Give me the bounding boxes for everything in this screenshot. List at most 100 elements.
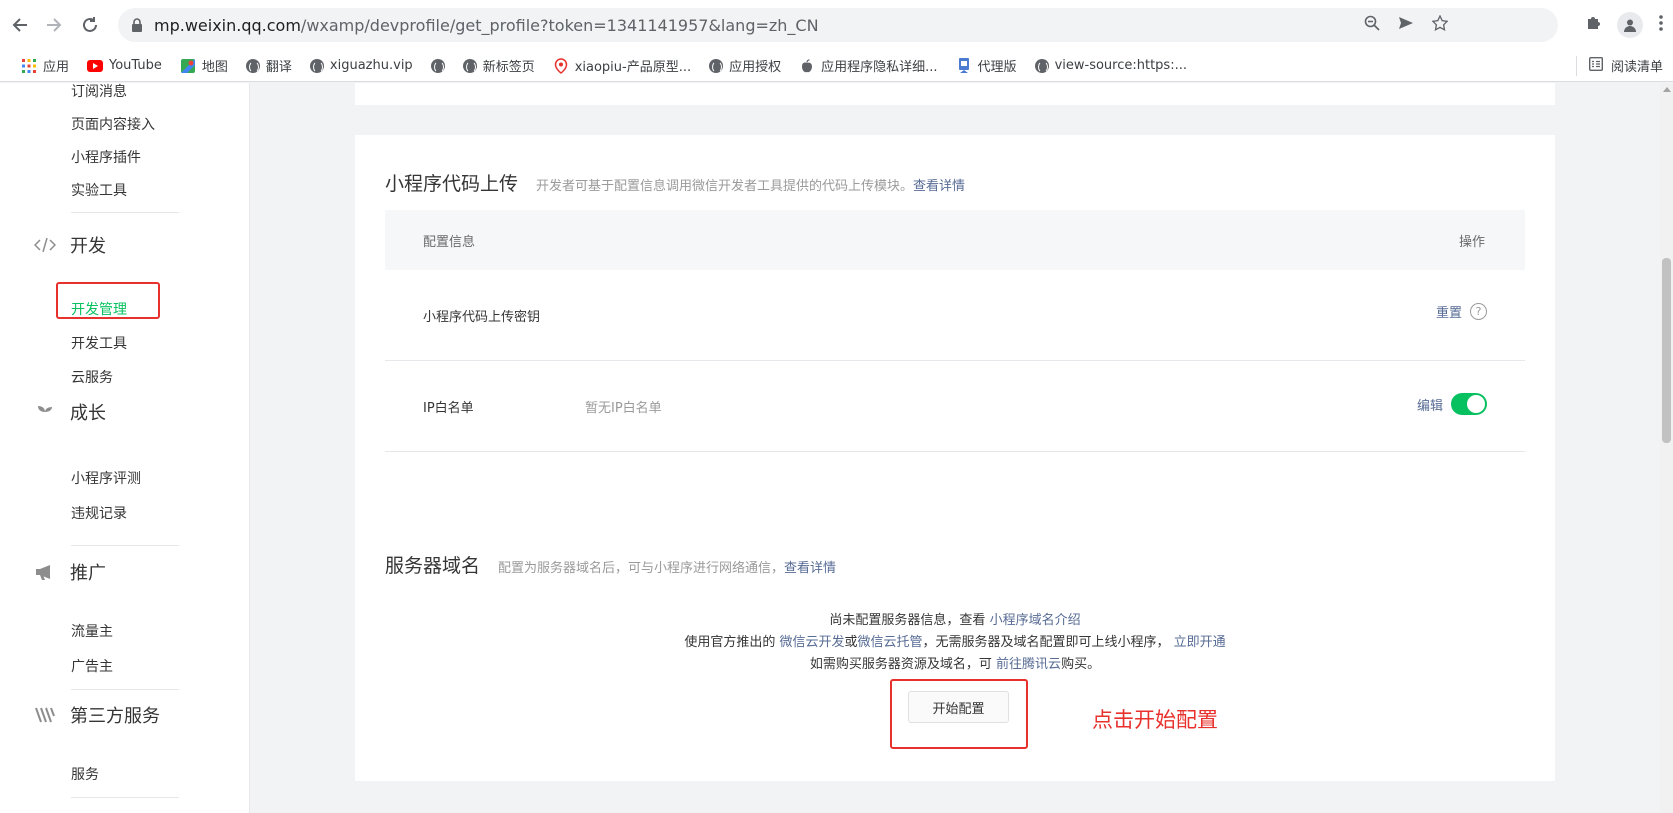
code-upload-details-link[interactable]: 查看详情 xyxy=(913,179,965,194)
sidebar-group-dev[interactable]: 开发 xyxy=(34,232,106,258)
domain-intro-link[interactable]: 小程序域名介绍 xyxy=(990,613,1081,628)
star-bookmark-icon[interactable] xyxy=(1431,14,1449,35)
reload-button[interactable] xyxy=(70,5,110,45)
bookmark-apps[interactable]: 应用 xyxy=(12,50,78,82)
cloud-dev-link[interactable]: 微信云开发 xyxy=(779,635,844,650)
profile-avatar-icon[interactable] xyxy=(1617,12,1643,38)
reading-list[interactable]: 阅读清单 xyxy=(1575,55,1663,76)
bookmark-app-auth[interactable]: 应用授权 xyxy=(700,50,790,82)
sidebar-group-promo[interactable]: 推广 xyxy=(34,559,106,585)
bookmark-label: 代理版 xyxy=(977,60,1017,75)
sidebar: 订阅消息 页面内容接入 小程序插件 实验工具 开发 开发管理 开发工具 云服务 … xyxy=(0,83,250,813)
sidebar-item-page-content[interactable]: 页面内容接入 xyxy=(71,114,155,134)
browser-menu-icon[interactable] xyxy=(1659,14,1663,36)
sidebar-item-dev-tools[interactable]: 开发工具 xyxy=(71,333,127,353)
sidebar-item-cloud-service[interactable]: 云服务 xyxy=(71,367,113,387)
activate-now-link[interactable]: 立即开通 xyxy=(1174,635,1226,650)
bookmark-maps[interactable]: 地图 xyxy=(171,50,237,82)
column-header-config: 配置信息 xyxy=(423,235,476,250)
sidebar-item-services[interactable]: 服务 xyxy=(71,764,99,784)
bookmark-label: 应用 xyxy=(43,60,70,75)
url-path: /wxamp/devprofile/get_profile?token=1341… xyxy=(300,15,819,35)
bookmark-xiaopiu[interactable]: xiaopiu-产品原型... xyxy=(544,50,700,82)
column-header-action: 操作 xyxy=(1458,235,1485,250)
annotation-click-start-config: 点击开始配置 xyxy=(1092,708,1218,732)
bookmark-xiguazhu[interactable]: xiguazhu.vip xyxy=(301,50,422,82)
sidebar-divider xyxy=(71,212,179,213)
sidebar-group-third-party[interactable]: 第三方服务 xyxy=(34,702,160,728)
main-content: 小程序代码上传 开发者可基于配置信息调用微信开发者工具提供的代码上传模块。查看详情… xyxy=(250,83,1660,813)
tencent-cloud-link[interactable]: 前往腾讯云 xyxy=(996,657,1061,672)
code-upload-desc: 开发者可基于配置信息调用微信开发者工具提供的代码上传模块。 xyxy=(536,179,914,194)
server-domain-card: 服务器域名 配置为服务器域名后，可与小程序进行网络通信，查看详情 尚未配置服务器信… xyxy=(355,517,1555,781)
bookmark-proxy[interactable]: 代理版 xyxy=(947,50,1026,82)
bookmark-label: 应用程序隐私详细... xyxy=(821,60,938,75)
sidebar-divider xyxy=(71,545,179,546)
sidebar-item-lab-tools[interactable]: 实验工具 xyxy=(71,180,127,200)
bookmark-view-source[interactable]: view-source:https:... xyxy=(1026,50,1196,82)
bookmark-app-privacy[interactable]: 应用程序隐私详细... xyxy=(790,50,946,82)
bookmark-translate[interactable]: 翻译 xyxy=(237,50,301,82)
bookmark-new-tab[interactable]: 新标签页 xyxy=(454,50,544,82)
bookmark-unnamed[interactable] xyxy=(422,50,454,82)
server-domain-empty-state: 尚未配置服务器信息，查看 小程序域名介绍 使用官方推出的 微信云开发或微信云托管… xyxy=(355,610,1555,676)
sidebar-divider xyxy=(71,797,179,798)
code-upload-title: 小程序代码上传 xyxy=(385,173,519,195)
code-icon xyxy=(34,234,56,256)
config-table-header: 配置信息 操作 xyxy=(385,210,1525,270)
address-bar[interactable]: mp.weixin.qq.com/wxamp/devprofile/get_pr… xyxy=(118,8,1558,42)
help-question-icon[interactable]: ? xyxy=(1470,303,1487,320)
sidebar-item-violations[interactable]: 违规记录 xyxy=(71,503,127,523)
sidebar-item-evaluation[interactable]: 小程序评测 xyxy=(71,468,141,488)
send-icon[interactable] xyxy=(1398,15,1414,35)
globe-icon xyxy=(245,58,260,73)
scrollbar-thumb[interactable] xyxy=(1662,258,1671,443)
reading-list-icon xyxy=(1588,56,1603,75)
sidebar-item-plugins[interactable]: 小程序插件 xyxy=(71,147,141,167)
third-party-icon xyxy=(34,704,56,726)
sidebar-group-label: 第三方服务 xyxy=(70,706,160,727)
sidebar-item-subscribe-msg[interactable]: 订阅消息 xyxy=(71,83,127,101)
bookmark-label: xiaopiu-产品原型... xyxy=(574,60,692,75)
browser-toolbar: mp.weixin.qq.com/wxamp/devprofile/get_pr… xyxy=(0,0,1673,50)
empty-state-text: ，无需服务器及域名配置即可上线小程序， xyxy=(922,635,1174,650)
reading-list-label: 阅读清单 xyxy=(1610,60,1663,75)
table-row-ip-whitelist: IP白名单 暂无IP白名单 编辑 xyxy=(385,361,1525,452)
extensions-puzzle-icon[interactable] xyxy=(1585,15,1601,36)
reset-secret-link[interactable]: 重置 xyxy=(1436,302,1462,321)
sidebar-item-advertiser[interactable]: 广告主 xyxy=(71,656,113,676)
bookmark-label: YouTube xyxy=(109,58,162,73)
empty-state-line-2: 使用官方推出的 微信云开发或微信云托管，无需服务器及域名配置即可上线小程序， 立… xyxy=(355,632,1555,654)
bookmark-label: xiguazhu.vip xyxy=(329,58,413,73)
pin-icon xyxy=(553,57,569,74)
sprout-icon xyxy=(34,401,56,423)
sidebar-group-growth[interactable]: 成长 xyxy=(34,399,106,425)
server-domain-details-link[interactable]: 查看详情 xyxy=(784,561,836,576)
forward-button[interactable] xyxy=(34,5,74,45)
bookmark-label: 应用授权 xyxy=(729,60,782,75)
scroll-up-arrow-icon[interactable] xyxy=(1663,87,1671,92)
lock-icon xyxy=(130,18,144,32)
sidebar-group-label: 推广 xyxy=(70,563,106,584)
globe-icon xyxy=(430,58,445,73)
page-scrollbar[interactable] xyxy=(1660,83,1673,813)
sidebar-divider xyxy=(71,689,179,690)
code-upload-title-row: 小程序代码上传 开发者可基于配置信息调用微信开发者工具提供的代码上传模块。查看详情 xyxy=(385,169,965,196)
zoom-icon[interactable] xyxy=(1364,15,1380,35)
server-domain-title-row: 服务器域名 配置为服务器域名后，可与小程序进行网络通信，查看详情 xyxy=(385,551,836,578)
cloud-hosting-link[interactable]: 微信云托管 xyxy=(858,635,923,650)
maps-icon xyxy=(180,58,196,74)
ip-whitelist-actions: 编辑 xyxy=(1417,393,1487,415)
empty-state-text: 使用官方推出的 xyxy=(684,635,780,650)
ip-whitelist-toggle[interactable] xyxy=(1451,393,1487,415)
globe-icon xyxy=(709,58,724,73)
edit-ip-whitelist-link[interactable]: 编辑 xyxy=(1417,395,1443,414)
table-row-upload-secret: 小程序代码上传密钥 重置 ? xyxy=(385,270,1525,361)
sidebar-item-traffic-owner[interactable]: 流量主 xyxy=(71,621,113,641)
upload-secret-actions: 重置 ? xyxy=(1436,302,1487,321)
upload-secret-label: 小程序代码上传密钥 xyxy=(423,310,541,325)
empty-state-text: 尚未配置服务器信息，查看 xyxy=(829,613,990,628)
bookmark-youtube[interactable]: YouTube xyxy=(78,50,171,82)
page-content: 订阅消息 页面内容接入 小程序插件 实验工具 开发 开发管理 开发工具 云服务 … xyxy=(0,83,1660,813)
globe-icon xyxy=(1034,58,1049,73)
